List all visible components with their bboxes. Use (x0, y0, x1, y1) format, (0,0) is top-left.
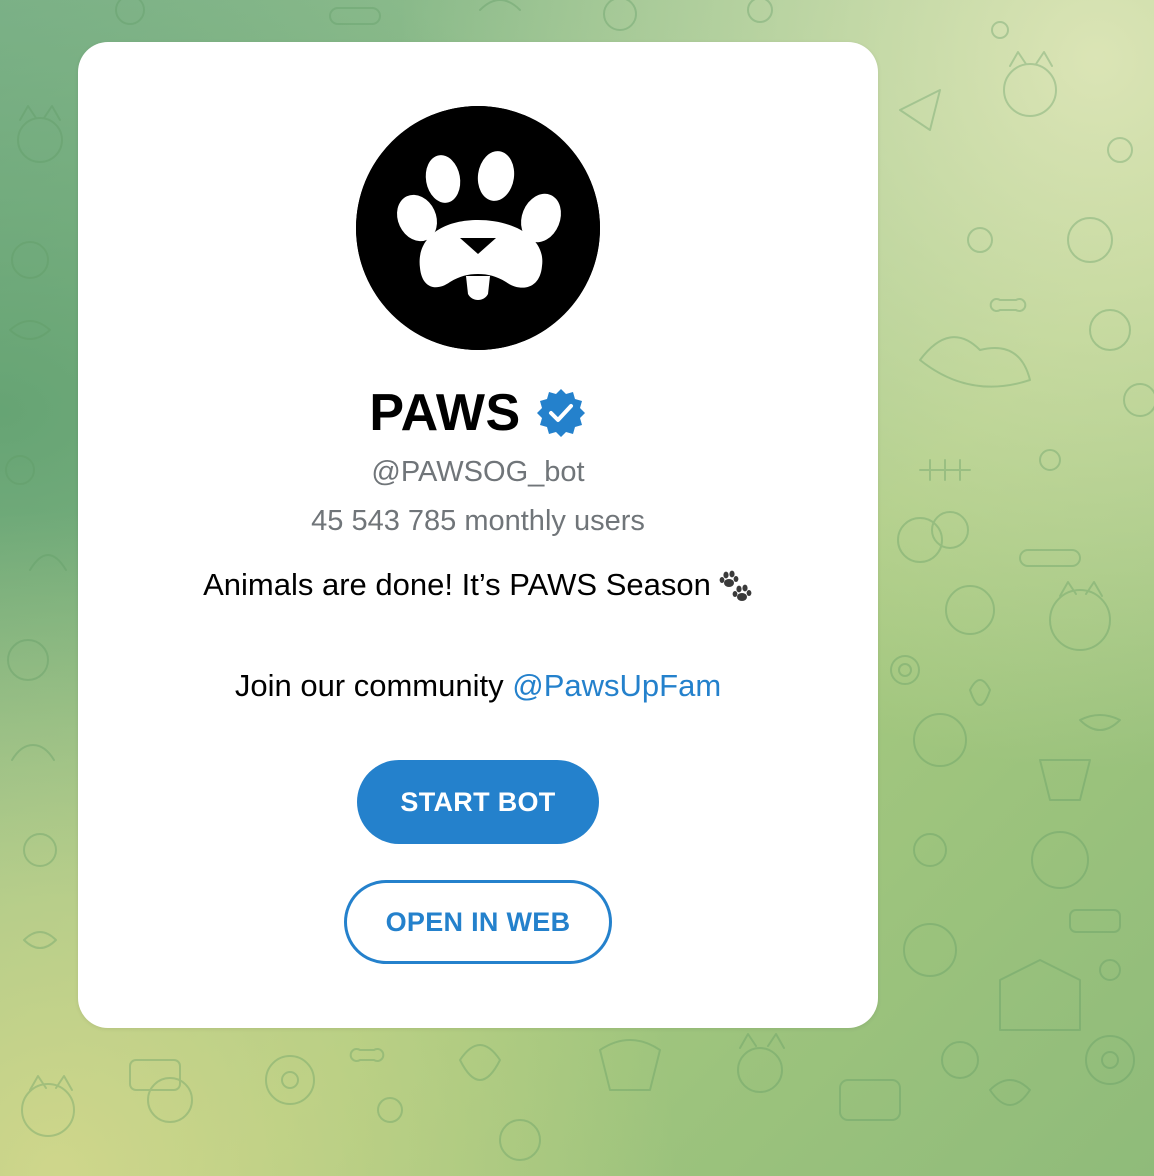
start-bot-button[interactable]: START BOT (357, 760, 599, 844)
verified-badge-icon (535, 387, 587, 439)
bot-username: @PAWSOG_bot (371, 456, 585, 488)
paw-prints-emoji-icon (717, 569, 753, 605)
community-line: Join our community @PawsUpFam (78, 668, 878, 704)
community-prefix: Join our community (234, 668, 513, 703)
paw-logo-icon (356, 106, 600, 350)
bot-description: Animals are done! It’s PAWS Season (78, 567, 878, 605)
open-in-web-button[interactable]: OPEN IN WEB (344, 880, 612, 964)
bot-profile-card: PAWS @PAWSOG_bot 45 543 785 monthly user… (78, 42, 878, 1028)
monthly-users-count: 45 543 785 monthly users (311, 505, 645, 537)
bot-title-row: PAWS (78, 380, 878, 446)
bot-description-text: Animals are done! It’s PAWS Season (203, 567, 711, 602)
bot-name: PAWS (369, 384, 521, 442)
bot-avatar (356, 106, 600, 350)
community-link[interactable]: @PawsUpFam (512, 668, 721, 703)
